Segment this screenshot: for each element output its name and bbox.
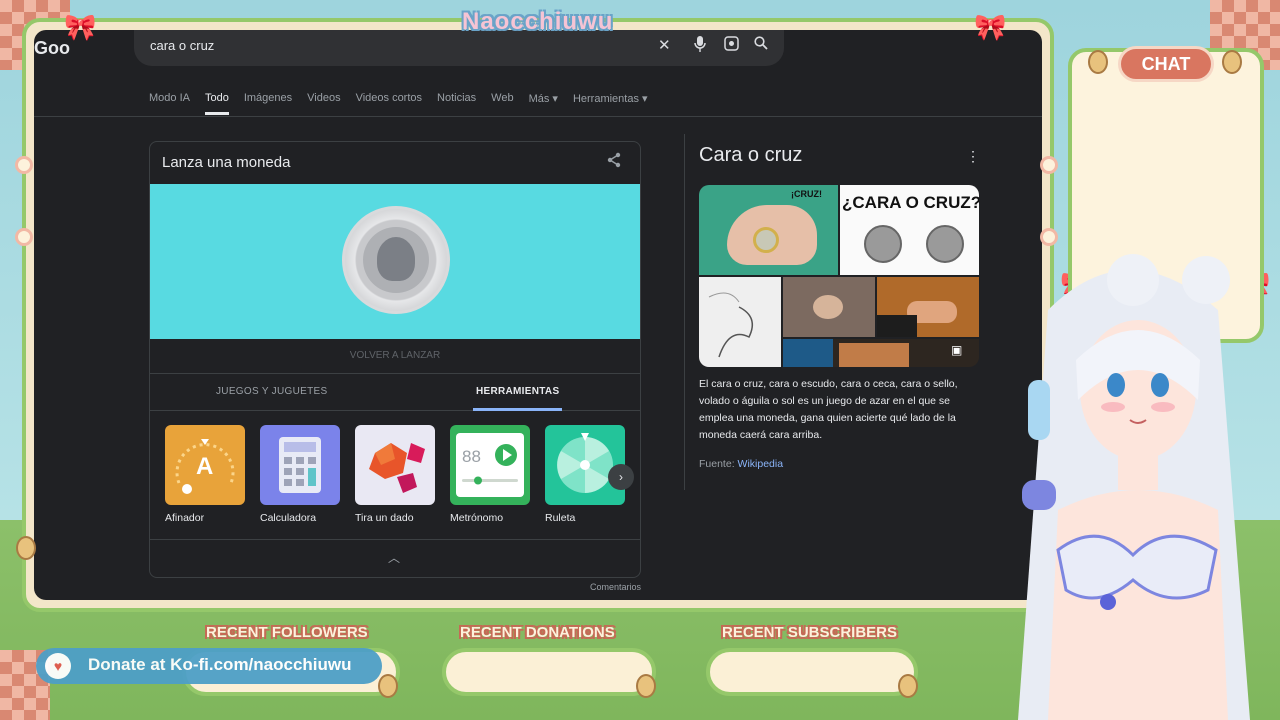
- close-icon[interactable]: ✕: [658, 36, 671, 54]
- tab-web[interactable]: Web: [491, 92, 513, 115]
- search-bar[interactable]: cara o cruz ✕: [134, 30, 784, 66]
- tab-imagenes[interactable]: Imágenes: [244, 92, 292, 115]
- mic-icon[interactable]: [694, 36, 706, 56]
- tool-afinador[interactable]: A Afinador: [165, 425, 247, 524]
- coin-icon[interactable]: [342, 206, 450, 314]
- tool-label: Calculadora: [260, 512, 317, 524]
- tool-label: Ruleta: [545, 512, 576, 524]
- tab-videos[interactable]: Videos: [307, 92, 340, 115]
- recent-donations-label: RECENT DONATIONS: [460, 624, 615, 641]
- frame-dot: [15, 228, 33, 246]
- knowledge-panel-description: El cara o cruz, cara o escudo, cara o ce…: [699, 378, 958, 441]
- search-input[interactable]: cara o cruz: [150, 38, 214, 53]
- tab-herramientas[interactable]: Herramientas ▾: [573, 92, 648, 115]
- tuner-icon: A: [165, 425, 245, 505]
- calculator-icon: [260, 425, 340, 505]
- more-options-icon[interactable]: ⋮: [966, 148, 980, 165]
- kofi-banner[interactable]: ♥ Donate at Ko-fi.com/naocchiuwu: [36, 648, 382, 684]
- tool-tira-un-dado[interactable]: Tira un dado: [355, 425, 437, 524]
- potato-mascot-icon: [898, 674, 918, 698]
- chevron-up-icon[interactable]: ︿: [388, 549, 400, 566]
- tab-modo-ia[interactable]: Modo IA: [149, 92, 190, 115]
- search-icon[interactable]: [754, 36, 768, 54]
- frame-dot: [1040, 156, 1058, 174]
- tool-calculadora[interactable]: Calculadora: [260, 425, 342, 524]
- tool-label: Metrónomo: [450, 512, 504, 524]
- card-title: Lanza una moneda: [162, 154, 291, 171]
- image-dark[interactable]: ▣: [783, 339, 979, 367]
- tool-label: Afinador: [165, 512, 205, 524]
- browser-screen: Goo cara o cruz ✕ Modo IA Todo Imágenes …: [34, 30, 1042, 600]
- tab-juegos-y-juguetes[interactable]: JUEGOS Y JUGUETES: [216, 386, 327, 397]
- coin-face: [363, 227, 429, 293]
- card-divider: [150, 539, 640, 540]
- source-label: Fuente:: [699, 458, 735, 470]
- chevron-right-icon[interactable]: ›: [608, 464, 634, 490]
- screen-frame: Goo cara o cruz ✕ Modo IA Todo Imágenes …: [22, 18, 1054, 612]
- kofi-cup-icon: ♥: [45, 653, 71, 679]
- coin-stage[interactable]: [150, 184, 640, 339]
- potato-mascot-icon: [16, 536, 36, 560]
- bow-icon: 🎀: [64, 12, 97, 42]
- frame-dot: [15, 156, 33, 174]
- tuner-letter: A: [196, 453, 214, 480]
- section-tabs: JUEGOS Y JUGUETES HERRAMIENTAS: [150, 373, 640, 411]
- tab-noticias[interactable]: Noticias: [437, 92, 476, 115]
- image-caption: ¿CARA O CRUZ?: [842, 193, 979, 212]
- tabs-divider: [34, 116, 1042, 117]
- image-cara-o-cruz[interactable]: ¿CARA O CRUZ?: [840, 185, 979, 275]
- spinner-wheel-icon: [545, 425, 625, 505]
- image-sketch[interactable]: [699, 277, 781, 367]
- panel-divider: [684, 134, 685, 490]
- vtuber-avatar: [988, 250, 1280, 720]
- flip-again-button[interactable]: VOLVER A LANZAR: [150, 350, 640, 361]
- bow-icon: 🎀: [974, 12, 1007, 42]
- tab-videos-cortos[interactable]: Videos cortos: [356, 92, 422, 115]
- recent-subscribers-label: RECENT SUBSCRIBERS: [722, 624, 898, 641]
- tab-mas[interactable]: Más ▾: [529, 92, 558, 115]
- image-fingers[interactable]: [783, 277, 875, 337]
- profile-head-icon: [377, 237, 415, 281]
- wikipedia-link[interactable]: Wikipedia: [738, 458, 784, 470]
- potato-mascot-icon: [636, 674, 656, 698]
- share-icon[interactable]: [606, 152, 622, 173]
- image-gallery[interactable]: ¡CRUZ! ¿CARA O CRUZ? ▣: [699, 185, 979, 367]
- metronome-icon: 88: [450, 425, 530, 505]
- tool-metronomo[interactable]: 88 Metrónomo: [450, 425, 532, 524]
- potato-mascot-icon: [1222, 50, 1242, 74]
- recent-donations-box: [442, 648, 656, 696]
- image-gallery-icon[interactable]: ▣: [951, 343, 962, 357]
- knowledge-panel-title: Cara o cruz: [699, 144, 803, 166]
- comments-link[interactable]: Comentarios: [590, 582, 641, 592]
- streamer-logo: Naocchiuwu: [462, 8, 614, 35]
- tool-label: Tira un dado: [355, 512, 414, 524]
- kofi-text: Donate at Ko-fi.com/naocchiuwu: [88, 655, 352, 674]
- dice-icon: [355, 425, 435, 505]
- image-caption: ¡CRUZ!: [791, 189, 822, 199]
- image-hand-coin[interactable]: ¡CRUZ!: [699, 185, 838, 275]
- tab-todo[interactable]: Todo: [204, 92, 229, 115]
- potato-mascot-icon: [378, 674, 398, 698]
- active-tab-indicator: [473, 408, 562, 411]
- chat-label: CHAT: [1118, 46, 1214, 82]
- recent-followers-label: RECENT FOLLOWERS: [206, 624, 368, 641]
- tab-herramientas-section[interactable]: HERRAMIENTAS: [476, 386, 559, 397]
- coin-flip-card: Lanza una moneda VOLVER A LANZAR JUEGOS …: [149, 141, 641, 578]
- recent-subscribers-box: [706, 648, 918, 696]
- lens-icon[interactable]: [724, 36, 739, 55]
- frame-dot: [1040, 228, 1058, 246]
- potato-mascot-icon: [1088, 50, 1108, 74]
- image-suit-hand[interactable]: [877, 277, 979, 337]
- search-tabs: Modo IA Todo Imágenes Videos Videos cort…: [149, 92, 663, 115]
- source-line: Fuente: Wikipedia: [699, 458, 783, 470]
